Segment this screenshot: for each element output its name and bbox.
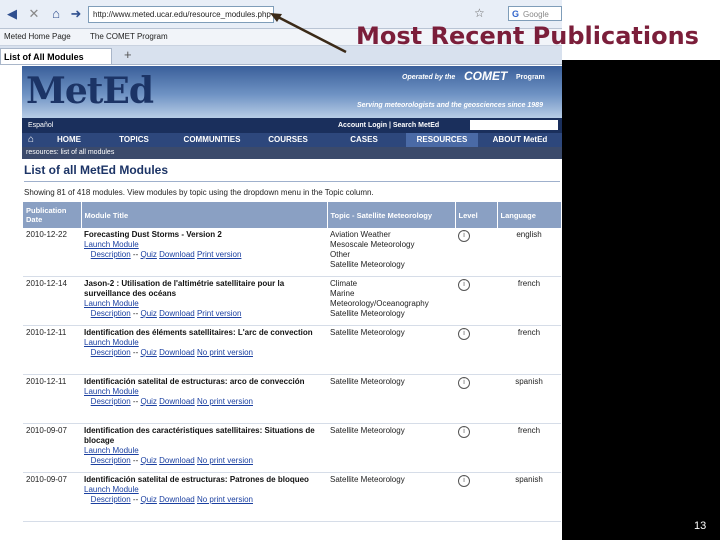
slide-number: 13: [694, 520, 707, 532]
slide-annotation: Most Recent Publications: [356, 22, 699, 50]
annotation-arrow: [270, 13, 347, 54]
